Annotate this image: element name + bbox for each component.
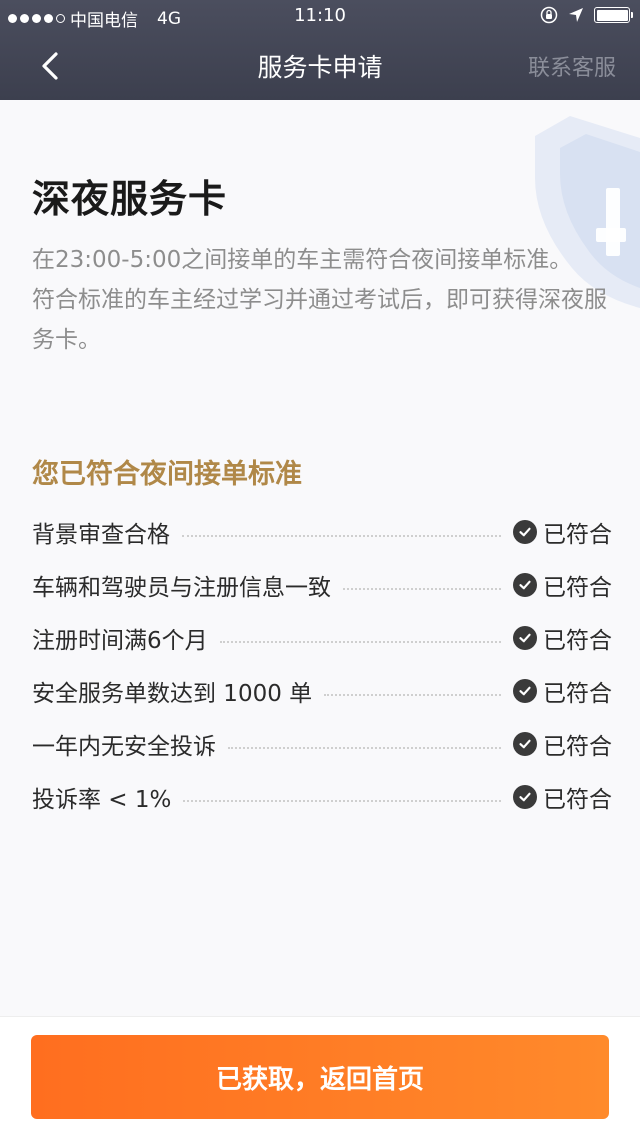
status-bar: 中国电信 4G 11:10 bbox=[0, 0, 640, 32]
orientation-lock-icon bbox=[540, 6, 558, 24]
dotted-leader bbox=[219, 640, 501, 643]
description-line: 符合标准的车主经过学习并通过考试后，即可获得深夜服务卡。 bbox=[32, 287, 607, 353]
criteria-row: 一年内无安全投诉 已符合 bbox=[32, 717, 612, 770]
status-text: 已符合 bbox=[543, 680, 612, 707]
criteria-label: 安全服务单数达到 1000 单 bbox=[32, 680, 313, 707]
criteria-status: 已符合 bbox=[513, 780, 612, 814]
contact-support-link[interactable]: 联系客服 bbox=[528, 50, 616, 82]
status-text: 已符合 bbox=[543, 627, 612, 654]
location-arrow-icon bbox=[569, 8, 583, 22]
criteria-status: 已符合 bbox=[513, 621, 612, 655]
criteria-list: 背景审查合格 已符合 车辆和驾驶员与注册信息一致 已符合 注册时间满6个月 已符… bbox=[32, 505, 612, 823]
dotted-leader bbox=[343, 587, 501, 590]
status-right bbox=[540, 6, 633, 24]
criteria-status: 已符合 bbox=[513, 674, 612, 708]
nav-bar: 服务卡申请 联系客服 bbox=[0, 32, 640, 100]
check-circle-icon bbox=[513, 625, 537, 650]
header: 中国电信 4G 11:10 服务卡申请 联系客服 bbox=[0, 0, 640, 100]
check-circle-icon bbox=[513, 784, 537, 809]
criteria-label: 一年内无安全投诉 bbox=[32, 733, 216, 760]
screen: 中国电信 4G 11:10 服务卡申请 联系客服 深夜服务卡 在23:00-5:… bbox=[0, 0, 640, 1138]
check-circle-icon bbox=[513, 731, 537, 756]
criteria-row: 背景审查合格 已符合 bbox=[32, 505, 612, 558]
criteria-label: 车辆和驾驶员与注册信息一致 bbox=[32, 574, 331, 601]
criteria-status: 已符合 bbox=[513, 515, 612, 549]
criteria-row: 投诉率 < 1% 已符合 bbox=[32, 770, 612, 823]
criteria-label: 注册时间满6个月 bbox=[32, 627, 208, 654]
card-description: 在23:00-5:00之间接单的车主需符合夜间接单标准。 符合标准的车主经过学习… bbox=[32, 240, 617, 360]
check-circle-icon bbox=[513, 572, 537, 597]
criteria-section-title: 您已符合夜间接单标准 bbox=[32, 459, 302, 490]
battery-icon bbox=[594, 7, 633, 23]
dotted-leader bbox=[228, 746, 501, 749]
check-circle-icon bbox=[513, 519, 537, 544]
dotted-leader bbox=[182, 534, 501, 537]
status-text: 已符合 bbox=[543, 521, 612, 548]
status-text: 已符合 bbox=[543, 786, 612, 813]
dotted-leader bbox=[183, 799, 501, 802]
card-title: 深夜服务卡 bbox=[32, 177, 228, 221]
description-line: 在23:00-5:00之间接单的车主需符合夜间接单标准。 bbox=[32, 247, 573, 273]
criteria-row: 注册时间满6个月 已符合 bbox=[32, 611, 612, 664]
criteria-row: 车辆和驾驶员与注册信息一致 已符合 bbox=[32, 558, 612, 611]
criteria-label: 投诉率 < 1% bbox=[32, 786, 172, 813]
status-text: 已符合 bbox=[543, 574, 612, 601]
criteria-status: 已符合 bbox=[513, 727, 612, 761]
return-home-button[interactable]: 已获取，返回首页 bbox=[31, 1035, 609, 1119]
check-circle-icon bbox=[513, 678, 537, 703]
criteria-row: 安全服务单数达到 1000 单 已符合 bbox=[32, 664, 612, 717]
status-text: 已符合 bbox=[543, 733, 612, 760]
dotted-leader bbox=[324, 693, 501, 696]
criteria-label: 背景审查合格 bbox=[32, 521, 170, 548]
criteria-status: 已符合 bbox=[513, 568, 612, 602]
